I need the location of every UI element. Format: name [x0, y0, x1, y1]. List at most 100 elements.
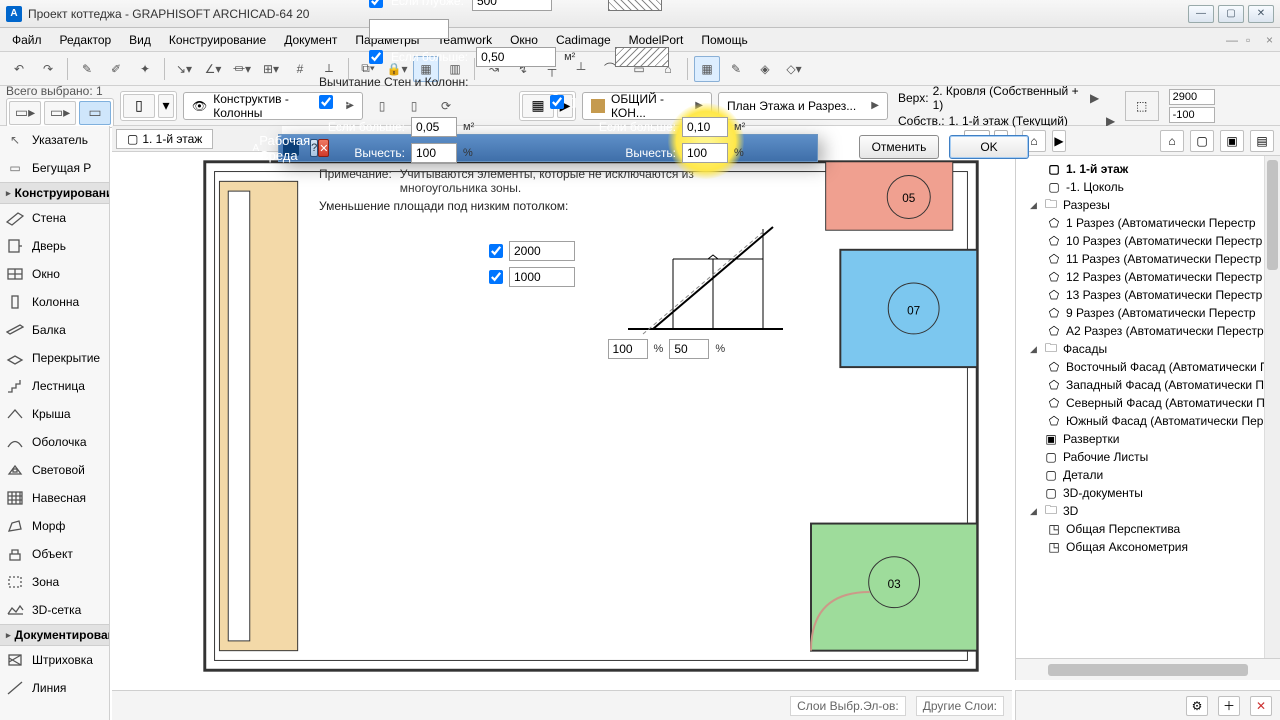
wall-pct-input[interactable]	[411, 143, 457, 163]
geom-method-3[interactable]: ▭	[79, 101, 111, 125]
wall-sub-checkbox[interactable]	[319, 95, 333, 109]
menu-view[interactable]: Вид	[121, 31, 159, 49]
ceil-check-1[interactable]	[489, 244, 503, 258]
nav-tab-views[interactable]: ▢	[1190, 130, 1214, 152]
nav-btn-arrow[interactable]: ▶	[1052, 130, 1066, 152]
grid-snap[interactable]: ⊞▾	[258, 56, 284, 82]
menu-design[interactable]: Конструирование	[161, 31, 274, 49]
tool-skylight[interactable]: Световой	[0, 456, 109, 484]
column-icon: ▯	[570, 95, 577, 109]
depth-checkbox[interactable]	[369, 0, 383, 8]
redo-button[interactable]: ↷	[35, 56, 61, 82]
tool-curtainwall[interactable]: Навесная	[0, 484, 109, 512]
wall-min-input[interactable]	[411, 117, 457, 137]
toolbox-header-document[interactable]: Документирование	[0, 624, 109, 646]
ceil-pct1-input[interactable]	[608, 339, 648, 359]
tool-object[interactable]: Объект	[0, 540, 109, 568]
tool-mesh[interactable]: 3D-сетка	[0, 596, 109, 624]
level-top-pick[interactable]: ▶	[1087, 91, 1103, 105]
navigator-hscrollbar[interactable]	[1016, 658, 1280, 680]
nav-tab-layouts[interactable]: ▣	[1220, 130, 1244, 152]
height-top-input[interactable]	[1169, 89, 1215, 105]
column-min-input[interactable]	[682, 117, 728, 137]
window-maximize-button[interactable]: ▢	[1218, 5, 1244, 23]
tool-door[interactable]: Дверь	[0, 232, 109, 260]
ceil-h1-input[interactable]	[509, 241, 575, 261]
selection-count-label: Всего выбрано: 1	[6, 84, 114, 98]
inject-button[interactable]: ✐	[103, 56, 129, 82]
tool-beam[interactable]: Балка	[0, 316, 109, 344]
navigator-tree[interactable]: ▢1. 1-й этаж ▢-1. Цоколь ◢🗀Разрезы ⬠1 Ра…	[1016, 156, 1280, 658]
hatch-preview-2	[615, 47, 669, 67]
guide-2[interactable]: ∠▾	[200, 56, 226, 82]
cancel-button[interactable]: Отменить	[859, 135, 939, 159]
svg-text:05: 05	[902, 192, 916, 205]
nav-footer-settings[interactable]: ⚙	[1186, 696, 1208, 716]
tool-arrow[interactable]: ↖Указатель	[0, 126, 109, 154]
app-icon: A	[6, 6, 22, 22]
nav-footer-delete[interactable]: ✕	[1250, 696, 1272, 716]
toolbox: ↖Указатель ▭Бегущая Р Конструирование Ст…	[0, 126, 110, 720]
magic-wand-button[interactable]: ✦	[132, 56, 158, 82]
ceiling-diagram	[618, 219, 793, 339]
ref-option[interactable]: ▯	[123, 94, 155, 118]
geom-method-2[interactable]: ▭▸	[44, 101, 76, 125]
ok-button[interactable]: OK	[949, 135, 1029, 159]
level-top-label: Верх:	[898, 91, 929, 105]
tool-column[interactable]: Колонна	[0, 288, 109, 316]
undo-button[interactable]: ↶	[6, 56, 32, 82]
ceil-pct2-input[interactable]	[669, 339, 709, 359]
tool-slab[interactable]: Перекрытие	[0, 344, 109, 372]
story-icon: ⬚	[1125, 91, 1159, 121]
window-minimize-button[interactable]: —	[1188, 5, 1214, 23]
tool-fill[interactable]: Штриховка	[0, 646, 109, 674]
depth-input[interactable]	[472, 0, 552, 11]
nav-tab-home[interactable]: ⌂	[1160, 130, 1184, 152]
tool-marquee[interactable]: ▭Бегущая Р	[0, 154, 109, 182]
area-input[interactable]	[476, 47, 556, 67]
window-close-button[interactable]: ✕	[1248, 5, 1274, 23]
tool-zone[interactable]: Зона	[0, 568, 109, 596]
tool-shell[interactable]: Оболочка	[0, 428, 109, 456]
area-checkbox[interactable]	[369, 50, 383, 64]
column-pct-input[interactable]	[682, 143, 728, 163]
eye-icon: 👁	[192, 99, 207, 113]
ref-arrow[interactable]: ▾	[158, 94, 174, 118]
wall-icon: ▭	[339, 95, 350, 109]
menu-edit[interactable]: Редактор	[52, 31, 120, 49]
mdi-minimize[interactable]: —	[1218, 31, 1236, 49]
navigator-vscrollbar[interactable]	[1264, 156, 1280, 658]
status-bar: Слои Выбр.Эл-ов: Другие Слои:	[112, 690, 1012, 720]
navigator-footer: ⚙ ＋ ✕	[1015, 690, 1280, 720]
work-environment-dialog: A Рабочая Среда ? ✕ Зоны▼ << Назад Впере…	[278, 134, 818, 162]
tool-morph[interactable]: Морф	[0, 512, 109, 540]
and-or-dropdown[interactable]: И▼	[369, 19, 449, 39]
tool-wall[interactable]: Стена	[0, 204, 109, 232]
toolbox-header-design[interactable]: Конструирование	[0, 182, 109, 204]
column-sub-checkbox[interactable]	[550, 95, 564, 109]
guide-3[interactable]: ⏛▾	[229, 56, 255, 82]
menu-file[interactable]: Файл	[4, 31, 50, 49]
tool-roof[interactable]: Крыша	[0, 400, 109, 428]
pick-button[interactable]: ✎	[74, 56, 100, 82]
tool-stair[interactable]: Лестница	[0, 372, 109, 400]
height-bot-input[interactable]	[1169, 107, 1215, 123]
mdi-restore[interactable]: ▫	[1238, 31, 1256, 49]
dialog-titlebar[interactable]: A Рабочая Среда ? ✕ Зоны▼ << Назад Впере…	[279, 135, 817, 161]
ceil-h2-input[interactable]	[509, 267, 575, 287]
level-top-value: 2. Кровля (Собственный + 1)	[933, 84, 1083, 112]
tool-window[interactable]: Окно	[0, 260, 109, 288]
guide-1[interactable]: ↘▾	[171, 56, 197, 82]
status-sel-layer: Слои Выбр.Эл-ов:	[790, 696, 906, 716]
tool-line[interactable]: Линия	[0, 674, 109, 702]
ceiling-if-label: Если потолок ниже:	[489, 219, 598, 233]
navigator-panel: ⌂ ▶ ⌂ ▢ ▣ ▤ ▢1. 1-й этаж ▢-1. Цоколь ◢🗀Р…	[1015, 126, 1280, 680]
note-label: Примечание:	[319, 167, 392, 195]
nav-footer-new[interactable]: ＋	[1218, 696, 1240, 716]
geom-method-1[interactable]: ▭▸	[9, 101, 41, 125]
dialog-app-icon: A Рабочая Среда ? ✕	[283, 140, 299, 156]
ceil-check-2[interactable]	[489, 270, 503, 284]
mdi-close[interactable]: ×	[1258, 31, 1276, 49]
nav-tab-publish[interactable]: ▤	[1250, 130, 1274, 152]
hatch-preview-1	[608, 0, 662, 11]
